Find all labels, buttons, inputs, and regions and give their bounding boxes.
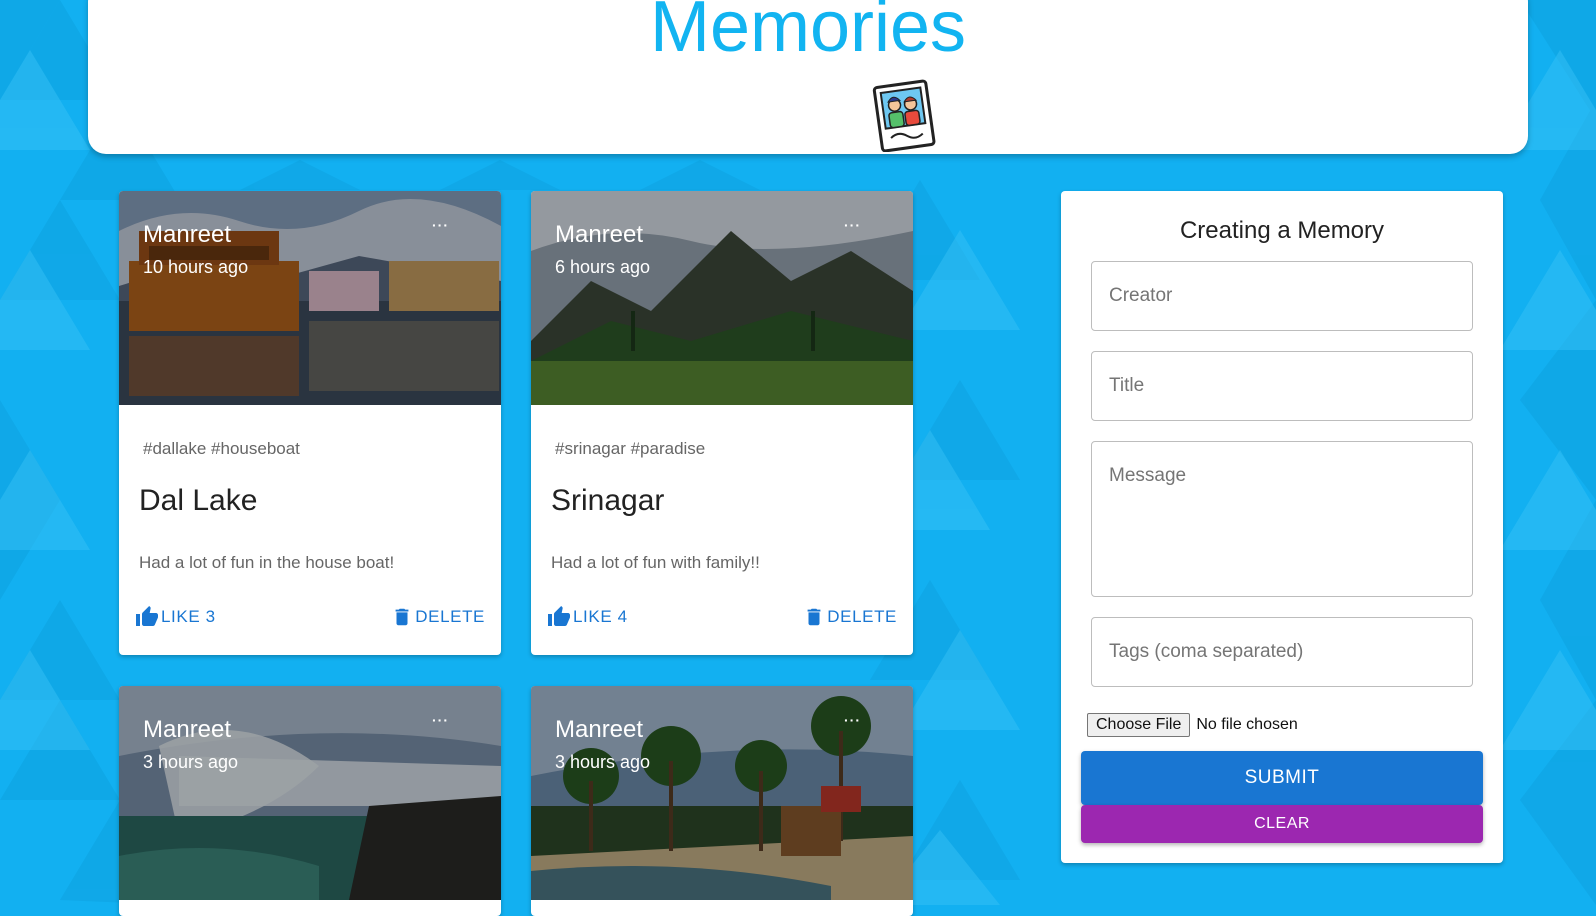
post-image: Manreet 6 hours ago ··· — [531, 191, 913, 405]
trash-icon — [807, 608, 821, 626]
post-actions: LIKE 3 DELETE — [135, 605, 485, 635]
file-status: No file chosen — [1196, 716, 1298, 733]
file-input: Choose File No file chosen — [1087, 713, 1298, 737]
post-time: 6 hours ago — [555, 257, 651, 277]
post-creator: Manreet — [555, 716, 644, 743]
photo-frame-icon — [872, 79, 936, 152]
post-card: Manreet 6 hours ago ··· #srinagar #parad… — [531, 191, 913, 655]
more-options-button[interactable]: ··· — [432, 712, 449, 728]
trash-icon — [395, 608, 409, 626]
more-options-button[interactable]: ··· — [432, 217, 449, 233]
delete-label: DELETE — [827, 607, 897, 626]
post-message: Had a lot of fun in the house boat! — [139, 553, 395, 572]
delete-label: DELETE — [415, 607, 485, 626]
post-image: Manreet 10 hours ago ··· — [119, 191, 501, 405]
post-card: Manreet 3 hours ago ··· — [531, 686, 913, 916]
creator-field[interactable] — [1091, 261, 1473, 331]
post-tags: #dallake #houseboat — [143, 439, 300, 458]
create-memory-form: Creating a Memory Choose File No file ch… — [1061, 191, 1503, 863]
tags-field[interactable] — [1091, 617, 1473, 687]
more-options-button[interactable]: ··· — [844, 217, 861, 233]
thumb-up-icon — [136, 606, 158, 626]
submit-button[interactable]: SUBMIT — [1081, 751, 1483, 805]
like-button[interactable]: LIKE 4 — [547, 605, 628, 629]
post-message: Had a lot of fun with family!! — [551, 553, 760, 572]
post-tags: #srinagar #paradise — [555, 439, 706, 458]
post-title: Dal Lake — [139, 484, 258, 517]
like-button[interactable]: LIKE 3 — [135, 605, 216, 629]
message-field[interactable] — [1091, 441, 1473, 597]
post-actions: LIKE 4 DELETE — [547, 605, 897, 635]
post-time: 3 hours ago — [555, 752, 651, 772]
post-creator: Manreet — [143, 221, 232, 248]
choose-file-button[interactable]: Choose File — [1087, 713, 1191, 737]
post-card: Manreet 3 hours ago ··· — [119, 686, 501, 916]
post-image: Manreet 3 hours ago ··· — [119, 686, 501, 900]
post-time: 3 hours ago — [143, 752, 239, 772]
post-image: Manreet 3 hours ago ··· — [531, 686, 913, 900]
clear-button[interactable]: CLEAR — [1081, 805, 1483, 843]
post-card: Manreet 10 hours ago ··· #dallake #house… — [119, 191, 501, 655]
post-title: Srinagar — [551, 484, 665, 517]
post-time: 10 hours ago — [143, 257, 249, 277]
like-label: LIKE 3 — [161, 607, 216, 626]
form-heading: Creating a Memory — [1179, 217, 1385, 244]
more-options-button[interactable]: ··· — [844, 712, 861, 728]
app-bar: Memories — [88, 0, 1528, 154]
app-title: Memories — [649, 0, 967, 67]
post-creator: Manreet — [143, 716, 232, 743]
delete-button[interactable]: DELETE — [803, 605, 897, 629]
post-creator: Manreet — [555, 221, 644, 248]
title-field[interactable] — [1091, 351, 1473, 421]
delete-button[interactable]: DELETE — [391, 605, 485, 629]
like-label: LIKE 4 — [573, 607, 628, 626]
thumb-up-icon — [548, 606, 570, 626]
